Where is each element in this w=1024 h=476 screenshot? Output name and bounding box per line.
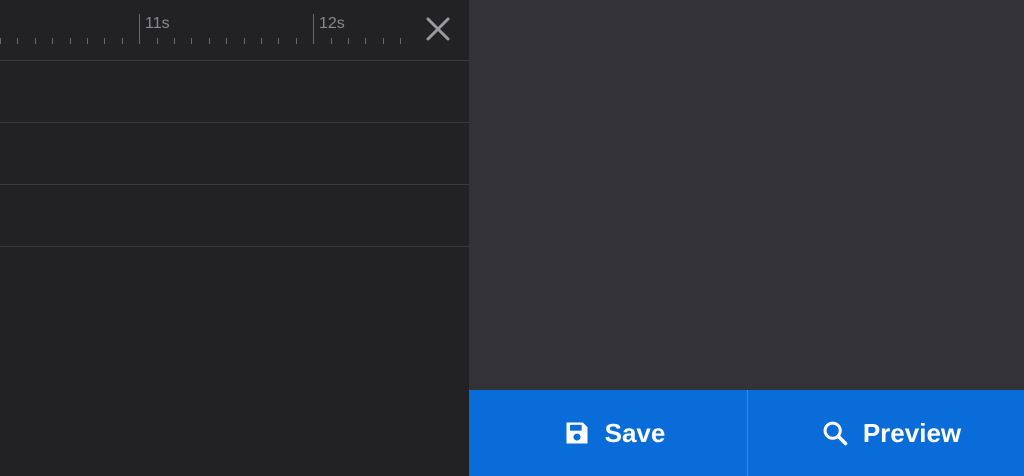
preview-label: Preview	[862, 417, 962, 448]
timeline-track[interactable]	[0, 186, 469, 247]
ruler-tick	[244, 38, 245, 44]
ruler-major-tick	[313, 14, 314, 44]
ruler-label-11s: 11s	[145, 15, 170, 32]
close-icon	[422, 13, 454, 45]
ruler-tick	[35, 38, 36, 44]
ruler-tick	[296, 38, 297, 44]
editor-screen: 11s 12s Save Preview	[0, 0, 1024, 476]
ruler-tick	[191, 38, 192, 44]
ruler-tick	[209, 38, 210, 44]
ruler-tick	[278, 38, 279, 44]
timeline-track[interactable]	[0, 124, 469, 185]
ruler-tick	[331, 38, 332, 44]
timeline-panel: 11s 12s	[0, 0, 469, 476]
magnifier-icon	[821, 419, 849, 447]
ruler-tick	[157, 38, 158, 44]
time-ruler[interactable]: 11s 12s	[0, 0, 469, 61]
ruler-tick	[400, 38, 401, 44]
preview-area	[469, 0, 1024, 390]
ruler-tick	[52, 38, 53, 44]
ruler-label-12s: 12s	[319, 15, 345, 32]
ruler-tick	[0, 38, 1, 44]
ruler-tick	[348, 38, 349, 44]
floppy-disk-icon	[563, 419, 591, 447]
ruler-tick	[104, 38, 105, 44]
ruler-tick	[122, 38, 123, 44]
ruler-tick	[17, 38, 18, 44]
ruler-tick	[383, 38, 384, 44]
save-label: Save	[604, 417, 666, 448]
timeline-track[interactable]	[0, 62, 469, 123]
ruler-tick	[365, 38, 366, 44]
ruler-major-tick	[139, 14, 140, 44]
ruler-tick	[87, 38, 88, 44]
action-bar: Save Preview	[469, 390, 1024, 476]
close-button[interactable]	[422, 13, 454, 45]
preview-button[interactable]: Preview	[748, 390, 1024, 476]
ruler-tick	[174, 38, 175, 44]
ruler-tick	[226, 38, 227, 44]
ruler-tick	[70, 38, 71, 44]
ruler-tick	[261, 38, 262, 44]
save-button[interactable]: Save	[469, 390, 748, 476]
